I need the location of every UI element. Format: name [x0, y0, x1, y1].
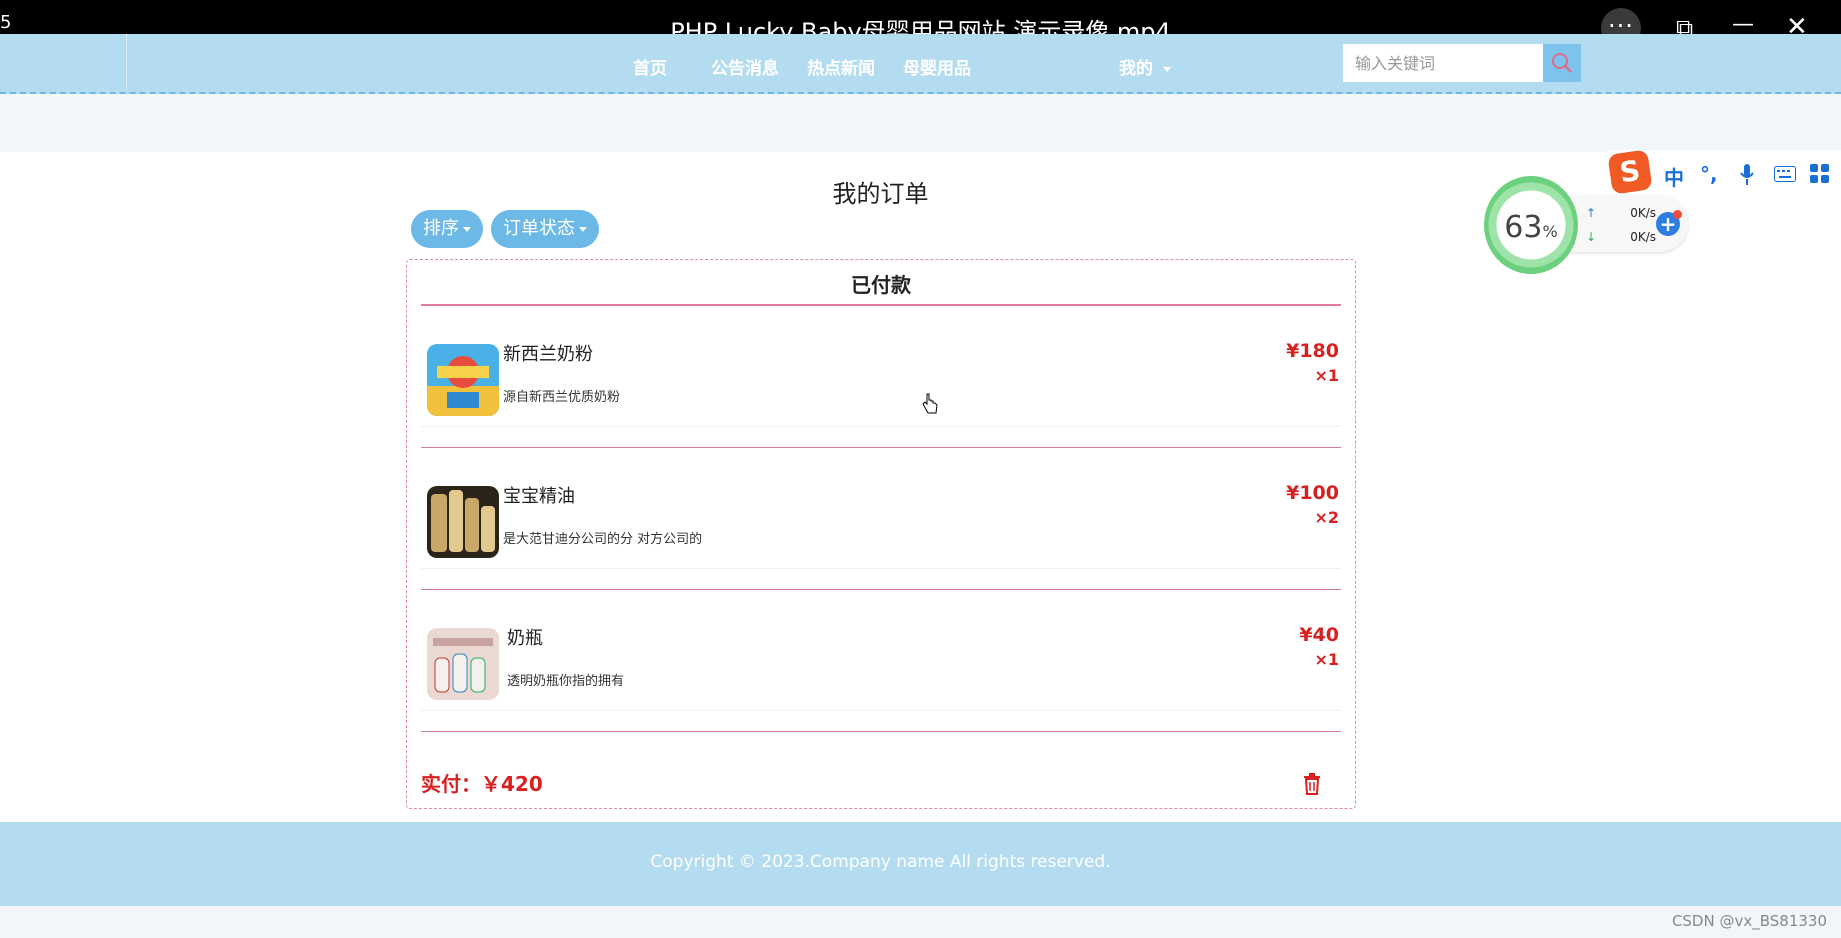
product-qty: ×1 [1314, 650, 1339, 669]
video-title-bar: 5 PHP Lucky Baby母婴用品网站 演示录像.mp4 [0, 0, 1841, 34]
status-filter-dropdown[interactable]: 订单状态 [491, 210, 599, 248]
product-name: 奶瓶 [507, 628, 543, 649]
search-button[interactable] [1543, 44, 1581, 82]
product-image-milk-powder [427, 344, 499, 416]
site-footer: Copyright © 2023.Company name All rights… [0, 822, 1841, 906]
upload-speed-value: 0K/s [1630, 206, 1656, 220]
search-input[interactable] [1343, 44, 1543, 82]
product-price: ¥100 [1286, 482, 1339, 504]
search-icon [1552, 53, 1572, 73]
order-status: 已付款 [421, 270, 1341, 306]
chevron-down-icon [1163, 66, 1171, 72]
memory-percent: 63% [1484, 210, 1578, 245]
sort-label: 排序 [423, 218, 459, 239]
upload-arrow-icon: ↑ [1586, 206, 1597, 220]
chevron-down-icon [463, 226, 471, 232]
product-qty: ×1 [1314, 366, 1339, 385]
download-arrow-icon: ↓ [1586, 230, 1597, 244]
product-qty: ×2 [1314, 508, 1339, 527]
delete-order-button[interactable] [1303, 773, 1321, 795]
sort-dropdown[interactable]: 排序 [411, 210, 483, 248]
ime-punct-toggle[interactable]: °, [1700, 162, 1718, 186]
navbar-divider [126, 34, 127, 90]
site-navbar: 首页 公告消息 热点新闻 母婴用品 我的 [0, 34, 1841, 94]
product-name: 宝宝精油 [503, 486, 575, 507]
item-divider-light [421, 568, 1341, 569]
download-speed: ↓ 0K/s [1586, 230, 1656, 244]
page-banner-strip [0, 94, 1841, 152]
memory-percent-unit: % [1542, 222, 1558, 241]
memory-percent-value: 63 [1504, 210, 1543, 245]
upload-speed: ↑ 0K/s [1586, 206, 1656, 220]
item-divider [421, 731, 1341, 732]
order-card: 已付款 新西兰奶粉 源自新西兰优质奶粉 ¥180 ×1 宝宝精油 是大范甘迪分公… [406, 259, 1356, 809]
product-image-baby-oil [427, 486, 499, 558]
apps-grid-icon[interactable] [1810, 164, 1830, 184]
nav-announcements[interactable]: 公告消息 [711, 54, 779, 79]
trash-icon [1304, 773, 1320, 795]
memory-usage-ring: 63% [1484, 176, 1578, 274]
nav-my-account[interactable]: 我的 [1119, 54, 1171, 79]
watermark: CSDN @vx_BS81330 [1671, 912, 1827, 930]
product-desc: 是大范甘迪分公司的分 对方公司的 [503, 532, 703, 547]
order-item[interactable]: 奶瓶 透明奶瓶你指的拥有 ¥40 ×1 [421, 590, 1341, 732]
status-filter-label: 订单状态 [503, 218, 575, 239]
microphone-icon[interactable] [1740, 164, 1754, 186]
ime-lang-toggle[interactable]: 中 [1664, 162, 1684, 191]
nav-my-account-label: 我的 [1119, 59, 1153, 79]
order-item[interactable]: 新西兰奶粉 源自新西兰优质奶粉 ¥180 ×1 [421, 306, 1341, 448]
product-price: ¥40 [1299, 624, 1339, 646]
notification-dot [1673, 210, 1682, 219]
sogou-logo-icon[interactable]: S [1607, 149, 1653, 195]
network-speed-panel: ↑ 0K/s ↓ 0K/s + [1568, 196, 1688, 252]
order-item[interactable]: 宝宝精油 是大范甘迪分公司的分 对方公司的 ¥100 ×2 [421, 448, 1341, 590]
item-divider-light [421, 710, 1341, 711]
chevron-down-icon [579, 226, 587, 232]
nav-baby-products[interactable]: 母婴用品 [903, 54, 971, 79]
video-title: PHP Lucky Baby母婴用品网站 演示录像.mp4 [670, 18, 1171, 34]
item-divider-light [421, 426, 1341, 427]
ime-toolbar: S 中 °, [1607, 149, 1841, 195]
order-total: 实付：￥420 [421, 772, 543, 796]
nav-home[interactable]: 首页 [633, 54, 667, 79]
keyboard-icon[interactable] [1774, 166, 1796, 182]
product-name: 新西兰奶粉 [503, 344, 593, 365]
product-image-baby-bottle [427, 628, 499, 700]
download-speed-value: 0K/s [1630, 230, 1656, 244]
product-desc: 源自新西兰优质奶粉 [503, 390, 621, 405]
hand-cursor-icon [922, 393, 938, 414]
product-desc: 透明奶瓶你指的拥有 [507, 674, 625, 689]
copyright-text: Copyright © 2023.Company name All rights… [650, 852, 1111, 872]
product-price: ¥180 [1286, 340, 1339, 362]
nav-hot-news[interactable]: 热点新闻 [807, 54, 875, 79]
